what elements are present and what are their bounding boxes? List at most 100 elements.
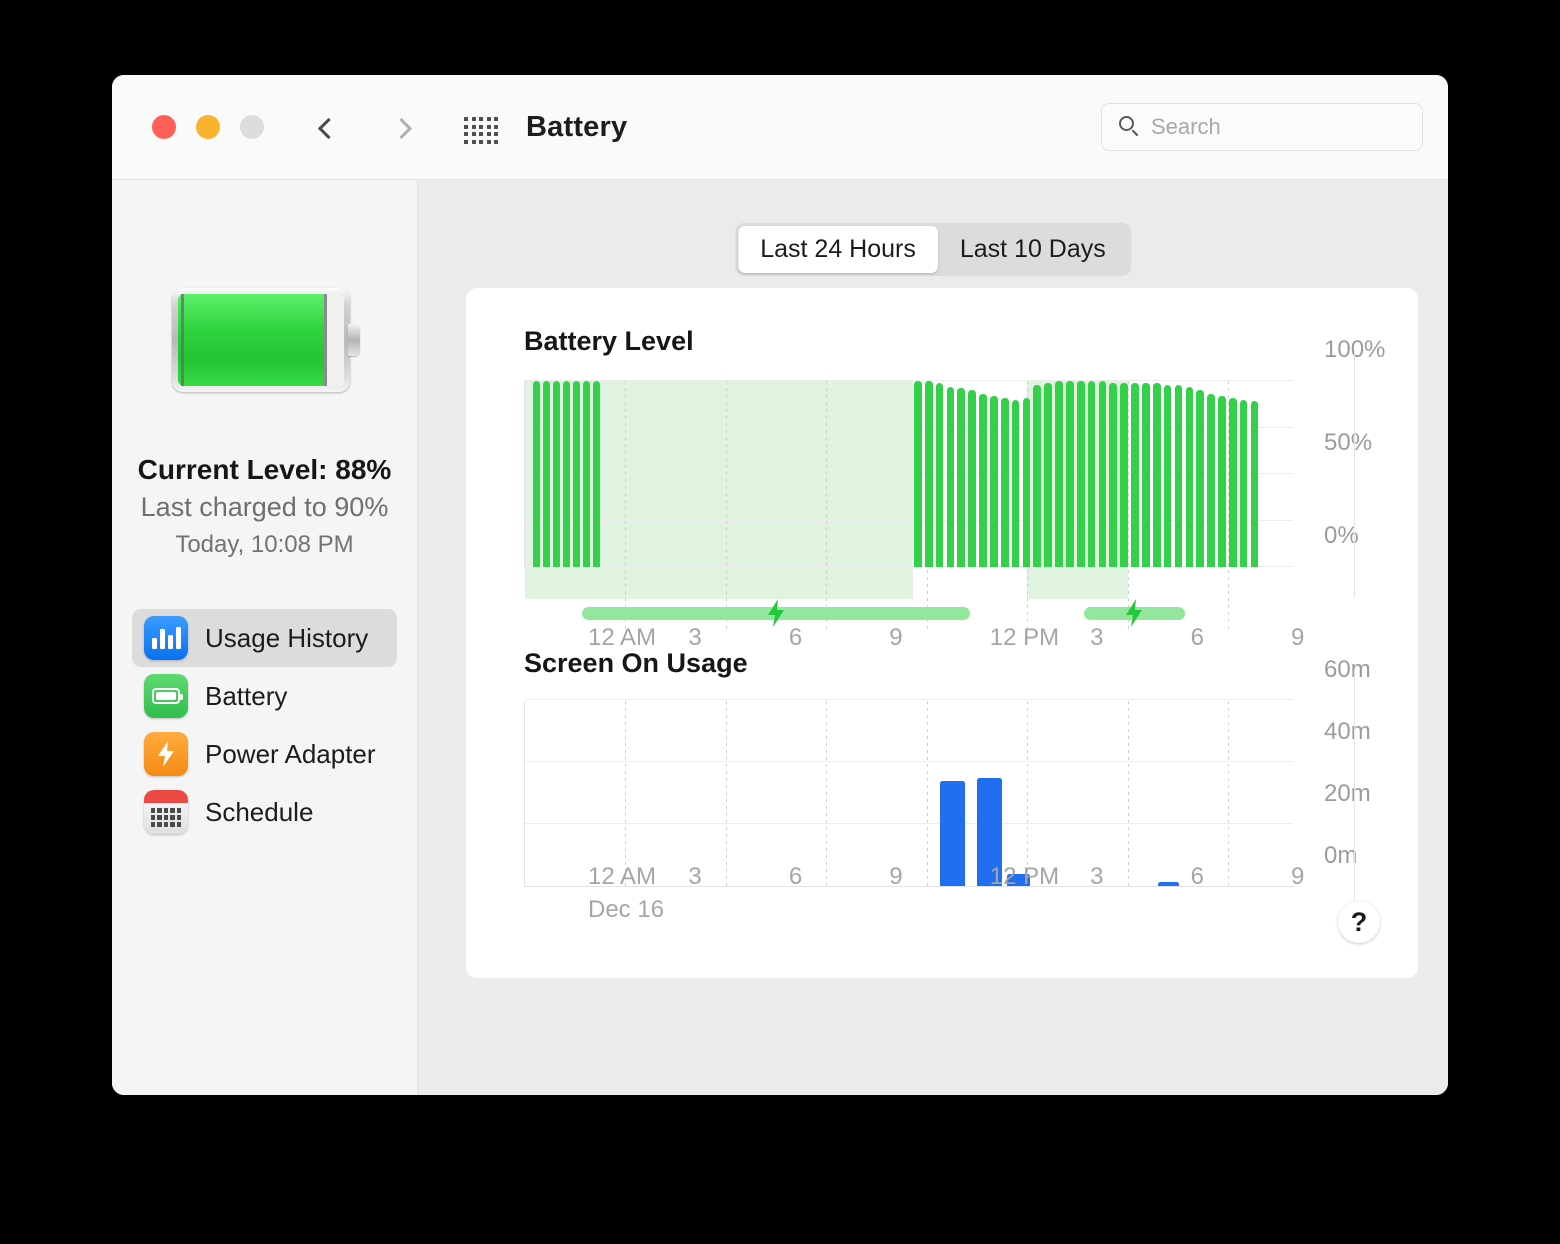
minimize-button[interactable]	[196, 115, 220, 139]
battery-level-bar	[1120, 382, 1128, 567]
sidebar-item-power-adapter[interactable]: Power Adapter	[132, 725, 397, 783]
battery-level-bar	[1250, 401, 1259, 567]
battery-level-bar	[1109, 382, 1118, 567]
sidebar-item-battery[interactable]: Battery	[132, 667, 397, 725]
window-body: Current Level: 88% Last charged to 90% T…	[112, 180, 1448, 1095]
battery-level-bar	[957, 388, 966, 567]
current-level-text: Current Level: 88%	[137, 454, 392, 485]
bolt-icon	[144, 732, 188, 776]
battery-level-bar	[1218, 395, 1226, 567]
bolt-icon	[1122, 598, 1146, 628]
vertical-gridline	[926, 701, 928, 886]
battery-icon	[144, 674, 188, 718]
battery-level-bar	[553, 381, 561, 567]
chevron-right-icon	[390, 117, 412, 139]
battery-level-bar	[573, 381, 581, 567]
back-button[interactable]	[307, 108, 345, 148]
segment-last-10-days[interactable]: Last 10 Days	[938, 226, 1128, 273]
battery-level-bar	[924, 381, 933, 567]
x-axis-tick-label: 9	[1291, 863, 1305, 890]
battery-level-bar	[1131, 382, 1139, 567]
charts-card: Battery Level 0% 50% 100% 12 AM 3 6 9 12 PM 3 6 9 …	[466, 288, 1418, 978]
battery-level-bar	[990, 395, 998, 567]
battery-level-bar	[1152, 382, 1161, 567]
search-input[interactable]	[1151, 114, 1391, 140]
battery-level-bar	[1239, 399, 1248, 567]
x-axis-tick-label: 3	[1090, 863, 1104, 890]
battery-level-plot	[524, 380, 1294, 629]
page-title: Battery	[526, 111, 628, 143]
screen-on-usage-title: Screen On Usage	[524, 648, 748, 678]
battery-level-bar	[1044, 382, 1052, 567]
grid-apps-icon[interactable]	[464, 117, 500, 145]
battery-level-bar	[533, 381, 541, 567]
search-icon	[1119, 116, 1141, 138]
y-axis-tick-label: 20m	[1324, 780, 1371, 807]
battery-status-block: Current Level: 88% Last charged to 90% T…	[112, 454, 417, 559]
traffic-lights	[152, 115, 264, 139]
battery-level-bar	[1066, 381, 1074, 567]
sidebar-item-label: Schedule	[205, 796, 314, 827]
battery-level-bar	[1098, 381, 1107, 567]
horizontal-gridline	[525, 823, 1294, 824]
battery-level-title: Battery Level	[524, 326, 694, 356]
bolt-glyph	[158, 741, 174, 767]
battery-level-bar	[935, 382, 944, 567]
screen-on-usage-chart: Screen On Usage 0m 20m 40m 60m 12 AM 3 6 9 12 PM…	[524, 648, 1408, 923]
battery-level-bar	[1228, 397, 1237, 567]
search-field[interactable]	[1101, 103, 1423, 151]
x-axis-tick-label: 12 PM	[989, 863, 1060, 890]
y-axis-tick-label: 40m	[1324, 718, 1371, 745]
window-titlebar: Battery	[112, 75, 1448, 180]
close-button[interactable]	[152, 115, 176, 139]
battery-level-bar	[1207, 394, 1215, 567]
battery-level-bar	[1142, 382, 1150, 567]
zoom-button[interactable]	[240, 115, 264, 139]
battery-level-bar	[1022, 397, 1031, 567]
x-axis-tick-label: 12 AM	[588, 863, 657, 890]
content-area: Last 24 Hours Last 10 Days Battery Level…	[418, 180, 1448, 1095]
segment-last-24-hours[interactable]: Last 24 Hours	[738, 226, 938, 273]
y-axis-tick-label: 60m	[1324, 656, 1371, 683]
battery-level-bar	[1174, 384, 1183, 567]
battery-level-bar	[1163, 384, 1172, 567]
chart-date-label: Dec 16	[588, 896, 665, 923]
x-axis-tick-label: 6	[1190, 863, 1204, 890]
bolt-icon	[764, 598, 788, 628]
horizontal-gridline	[525, 380, 1294, 381]
battery-level-bar	[543, 381, 551, 567]
time-range-segmented-control[interactable]: Last 24 Hours Last 10 Days	[735, 223, 1131, 276]
battery-level-bar	[1087, 381, 1096, 567]
screen-usage-right-axis	[1354, 670, 1355, 918]
screen-on-usage-bar	[1157, 882, 1179, 886]
battery-level-bar	[1196, 390, 1205, 567]
bar-chart-icon	[144, 616, 188, 660]
sidebar-nav: Usage History Battery Power Adapter Sche…	[112, 609, 417, 841]
y-axis-tick-label: 50%	[1324, 429, 1373, 456]
battery-level-bar	[583, 381, 591, 567]
help-button[interactable]: ?	[1338, 901, 1380, 943]
x-axis-tick-label: 3	[688, 863, 702, 890]
battery-level-bar	[1000, 397, 1009, 567]
horizontal-gridline	[525, 761, 1294, 762]
sidebar-item-label: Usage History	[205, 622, 369, 653]
sidebar-item-label: Power Adapter	[205, 738, 376, 769]
battery-level-bar	[946, 386, 955, 567]
battery-level-bar	[1011, 399, 1020, 567]
sidebar-item-label: Battery	[205, 680, 288, 711]
battery-level-bar	[563, 381, 571, 567]
vertical-gridline	[725, 381, 727, 629]
sidebar: Current Level: 88% Last charged to 90% T…	[112, 180, 418, 1095]
calendar-icon	[144, 790, 188, 834]
sidebar-item-usage-history[interactable]: Usage History	[132, 609, 397, 667]
sidebar-item-schedule[interactable]: Schedule	[132, 783, 397, 841]
vertical-gridline	[725, 701, 727, 886]
vertical-gridline	[625, 381, 627, 629]
battery-level-bar	[593, 381, 601, 567]
last-charged-text: Last charged to 90%	[140, 492, 389, 522]
forward-button[interactable]	[384, 108, 422, 148]
battery-level-bar	[914, 381, 922, 567]
chevron-left-icon	[317, 117, 339, 139]
battery-level-bar	[1055, 381, 1063, 567]
vertical-gridline	[826, 381, 828, 629]
